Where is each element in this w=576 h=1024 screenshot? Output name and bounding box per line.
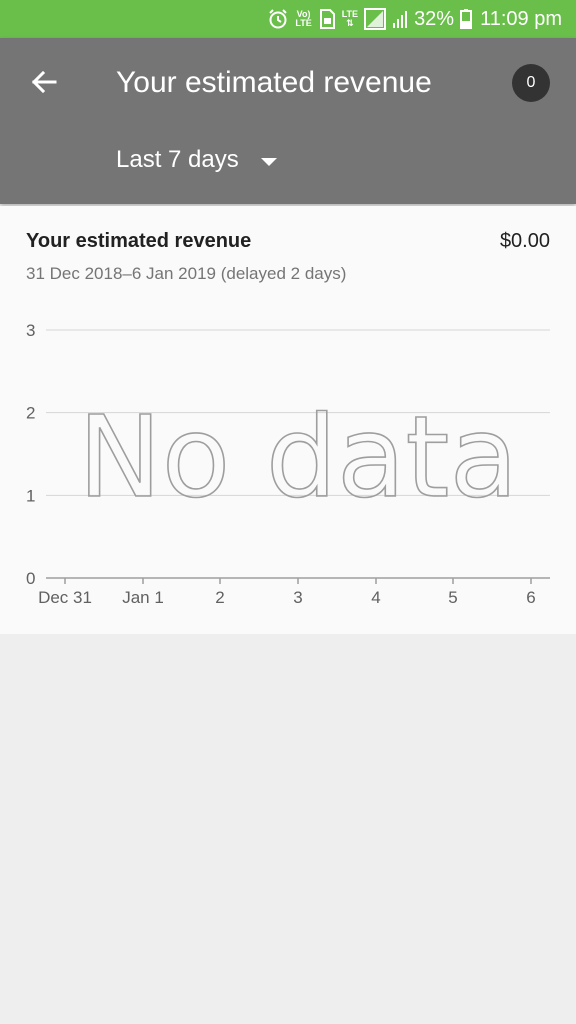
back-button[interactable]: [22, 60, 66, 104]
y-tick-label: 2: [26, 404, 35, 423]
app-bar: Your estimated revenue 0 Last 7 days: [0, 38, 576, 204]
volte-icon: Vo) LTE: [295, 10, 311, 28]
lte-icon: LTE ⇅: [342, 10, 358, 28]
dropdown-caret-icon: [260, 158, 277, 166]
arrow-back-icon: [31, 70, 57, 94]
status-icons: Vo) LTE LTE ⇅ 32% 11:09 pm: [267, 0, 562, 38]
date-range-label: Last 7 days: [116, 146, 239, 173]
page-title: Your estimated revenue: [116, 66, 432, 99]
status-bar: Vo) LTE LTE ⇅ 32% 11:09 pm: [0, 0, 576, 38]
y-tick-label: 0: [26, 569, 35, 588]
x-tick-label: Jan 1: [122, 588, 164, 607]
x-tick-label: 2: [215, 588, 224, 607]
x-tick-label: Dec 31: [38, 588, 92, 607]
battery-percent: 32%: [414, 7, 455, 30]
notification-badge[interactable]: 0: [512, 64, 550, 102]
x-tick-label: 6: [526, 588, 535, 607]
battery-icon: [460, 9, 473, 29]
x-tick-label: 5: [448, 588, 457, 607]
alarm-icon: [267, 8, 289, 30]
clock: 11:09 pm: [480, 7, 562, 30]
signal-box-icon: [364, 8, 387, 30]
revenue-card: Your estimated revenue $0.00 31 Dec 2018…: [0, 206, 576, 634]
x-tick-label: 4: [371, 588, 380, 607]
data-arrows-icon: ⇅: [346, 18, 354, 28]
empty-area: [0, 634, 576, 1024]
no-data-message: No data: [78, 393, 518, 523]
y-tick-label: 1: [26, 486, 35, 505]
x-tick-label: 3: [293, 588, 302, 607]
date-range-dropdown[interactable]: Last 7 days: [116, 146, 277, 174]
y-tick-label: 3: [26, 321, 35, 340]
volte-bottom-label: LTE: [295, 18, 312, 28]
signal-icon: [392, 9, 408, 29]
revenue-chart: 0 1 2 3 Dec 31 Jan 1 2 3 4 5 6 No data: [26, 321, 550, 607]
sim-icon: [318, 9, 336, 29]
